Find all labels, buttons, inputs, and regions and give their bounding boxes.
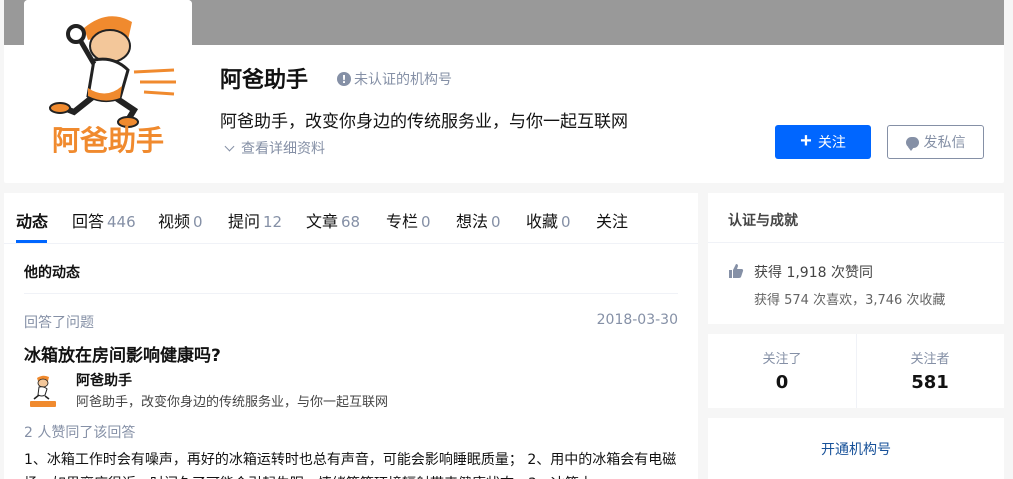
following-stat[interactable]: 关注了 0 (708, 334, 856, 408)
org-account-card: 开通机构号 (708, 418, 1004, 479)
followers-count: 581 (911, 372, 949, 393)
send-message-button[interactable]: 发私信 (887, 125, 984, 159)
message-bubble-icon (905, 136, 919, 151)
feed-title: 他的动态 (24, 265, 80, 281)
view-details-label: 查看详细资料 (241, 141, 325, 157)
divider (24, 293, 678, 294)
follow-button[interactable]: + 关注 (775, 125, 871, 159)
achievements-card: 认证与成就 获得 1,918 次赞同 获得 574 次喜欢，3,746 次收藏 (708, 193, 1004, 324)
profile-headline: 阿爸助手，改变你身边的传统服务业，与你一起互联网 (220, 112, 628, 132)
favorites-count: 获得 574 次喜欢，3,746 次收藏 (754, 293, 946, 308)
tab-articles[interactable]: 文章 68 (306, 208, 360, 232)
divider (708, 242, 1004, 243)
tab-videos[interactable]: 视频 0 (158, 208, 203, 232)
plus-icon: + (800, 130, 812, 152)
author-avatar[interactable] (24, 371, 62, 409)
author-description: 阿爸助手，改变你身边的传统服务业，与你一起互联网 (76, 395, 389, 410)
warning-icon: ! (337, 72, 351, 86)
following-count: 0 (775, 372, 789, 393)
follow-button-label: 关注 (817, 134, 846, 150)
profile-tabs: 动态 回答 446 视频 0 提问 12 文章 68 专栏 0 想法 0 收藏 0 关注 (4, 193, 698, 244)
open-org-account-link[interactable]: 开通机构号 (708, 439, 1004, 459)
tab-columns[interactable]: 专栏 0 (386, 208, 431, 232)
activity-date: 2018-03-30 (596, 312, 678, 328)
activity-type: 回答了问题 (24, 315, 94, 331)
thumbs-up-icon (729, 264, 744, 278)
tab-following[interactable]: 关注 (596, 208, 628, 232)
avatar[interactable]: 阿爸助手 (24, 0, 192, 168)
answer-excerpt[interactable]: 1、冰箱工作时会有噪声，再好的冰箱运转时也总有声音，可能会影响睡眠质量； 2、用… (24, 448, 680, 479)
chevron-down-icon (224, 141, 235, 151)
verify-status: ! 未认证的机构号 (337, 69, 452, 89)
achievements-title: 认证与成就 (728, 213, 798, 229)
vote-count: 2 人赞同了该回答 (24, 425, 136, 441)
view-details-link[interactable]: 查看详细资料 (224, 138, 325, 158)
author-name[interactable]: 阿爸助手 (76, 370, 132, 390)
tab-answers[interactable]: 回答 446 (72, 208, 136, 232)
tab-questions[interactable]: 提问 12 (228, 208, 282, 232)
verify-status-text: 未认证的机构号 (354, 72, 452, 88)
likes-count: 获得 1,918 次赞同 (754, 265, 873, 281)
svg-text:阿爸助手: 阿爸助手 (52, 124, 164, 157)
following-label: 关注了 (762, 352, 802, 367)
follow-stats-card: 关注了 0 关注者 581 (708, 334, 1004, 408)
question-title[interactable]: 冰箱放在房间影响健康吗? (24, 341, 221, 366)
tab-thoughts[interactable]: 想法 0 (456, 208, 501, 232)
followers-label: 关注者 (910, 352, 950, 367)
logo-mascot-icon (24, 371, 62, 409)
followers-stat[interactable]: 关注者 581 (856, 334, 1004, 408)
logo-mascot-icon: 阿爸助手 (24, 0, 192, 168)
active-tab-indicator (16, 240, 47, 243)
tab-collections[interactable]: 收藏 0 (526, 208, 571, 232)
main-content: 动态 回答 446 视频 0 提问 12 文章 68 专栏 0 想法 0 收藏 0 关注 他的… (4, 193, 698, 479)
send-message-label: 发私信 (923, 134, 966, 150)
profile-header: 阿爸助手 阿爸助手 ! 未认证的机构号 阿爸助手，改变你身边的传统服务业，与你一… (4, 0, 1004, 183)
profile-name: 阿爸助手 (220, 68, 309, 93)
tab-activity[interactable]: 动态 (16, 208, 48, 232)
